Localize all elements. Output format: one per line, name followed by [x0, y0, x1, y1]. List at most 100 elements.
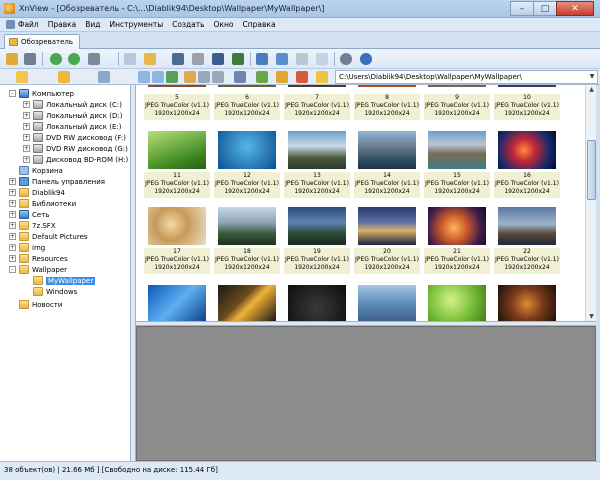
back-button[interactable]	[48, 51, 64, 67]
find-button[interactable]	[170, 51, 186, 67]
tab-browser[interactable]: Обозреватель	[4, 34, 80, 49]
scrollbar-thumb[interactable]	[587, 140, 596, 200]
tree-node-drive-d[interactable]: + Локальный диск (D:)	[23, 110, 122, 121]
tree-node-resources[interactable]: + Resources	[9, 253, 68, 264]
menu-create[interactable]: Создать	[172, 20, 204, 29]
thumbnail-image[interactable]	[498, 85, 556, 87]
expand-icon[interactable]: +	[23, 134, 30, 141]
expand-icon[interactable]: +	[9, 211, 16, 218]
expand-icon[interactable]: +	[9, 200, 16, 207]
thumbnail-image[interactable]	[358, 207, 416, 245]
menu-edit[interactable]: Правка	[48, 20, 77, 29]
tree-node-recycle-bin[interactable]: Корзина	[9, 165, 63, 176]
tree-node-mywallpaper[interactable]: MyWallpaper	[23, 275, 96, 286]
scroll-up-icon[interactable]: ▲	[587, 85, 596, 94]
favorites-tab-icon[interactable]	[58, 71, 70, 83]
thumbnail-image[interactable]	[358, 131, 416, 169]
close-button[interactable]: ✕	[556, 1, 594, 16]
sort-icon[interactable]	[256, 71, 268, 83]
path-combobox[interactable]: C:\Users\Diablik94\Desktop\Wallpaper\MyW…	[335, 70, 598, 84]
menu-view[interactable]: Вид	[85, 20, 100, 29]
thumbnail-image[interactable]	[218, 207, 276, 245]
menu-window[interactable]: Окно	[214, 20, 234, 29]
filter-icon[interactable]	[276, 71, 288, 83]
acquire-button[interactable]	[86, 51, 102, 67]
minimize-button[interactable]: –	[510, 1, 534, 16]
cut-icon[interactable]	[198, 71, 210, 83]
tree-node-7z-sfx[interactable]: +7z.SFX	[9, 220, 56, 231]
expand-icon[interactable]: +	[9, 222, 16, 229]
thumbnail-image[interactable]	[218, 285, 276, 321]
expand-icon[interactable]: +	[9, 255, 16, 262]
chevron-down-icon[interactable]: ▼	[587, 71, 597, 83]
convert-button[interactable]	[230, 51, 246, 67]
forward-button[interactable]	[66, 51, 82, 67]
copy-icon[interactable]	[212, 71, 224, 83]
thumbnail-image[interactable]	[148, 131, 206, 169]
scroll-down-icon[interactable]: ▼	[587, 312, 596, 321]
tree-node-default-pictures[interactable]: + Default Pictures	[9, 231, 88, 242]
tree-node-drive-c[interactable]: + Локальный диск (C:)	[23, 99, 122, 110]
webpage-button[interactable]	[274, 51, 290, 67]
categories-tab-icon[interactable]	[98, 71, 110, 83]
refresh-icon[interactable]	[166, 71, 178, 83]
expand-icon[interactable]: +	[23, 156, 30, 163]
nav-forward-icon[interactable]	[152, 71, 164, 83]
tree-node-news[interactable]: Новости	[9, 299, 62, 310]
tree-node-control-panel[interactable]: + Панель управления	[9, 176, 105, 187]
expand-icon[interactable]: +	[23, 112, 30, 119]
contact-sheet-button[interactable]	[294, 51, 310, 67]
folders-tab-icon[interactable]	[16, 71, 28, 83]
thumbnail-image[interactable]	[358, 285, 416, 321]
menu-file[interactable]: Файл	[18, 20, 39, 29]
maximize-button[interactable]: □	[533, 1, 557, 16]
expand-icon[interactable]: +	[23, 145, 30, 152]
xnview-app-icon[interactable]	[4, 3, 15, 14]
menu-help[interactable]: Справка	[243, 20, 276, 29]
thumbnail-image[interactable]	[148, 285, 206, 321]
fullscreen-button[interactable]	[22, 51, 38, 67]
thumbnail-image[interactable]	[498, 131, 556, 169]
vertical-scrollbar[interactable]: ▲ ▼	[585, 85, 596, 321]
thumbnail-image[interactable]	[218, 85, 276, 87]
slideshow-button[interactable]	[122, 51, 138, 67]
tree-node-drive-e[interactable]: + Локальный диск (E:)	[23, 121, 121, 132]
thumbnail-image[interactable]	[288, 131, 346, 169]
rating-icon[interactable]	[296, 71, 308, 83]
tree-node-bd-h[interactable]: + Дисковод BD-ROM (H:)	[23, 154, 128, 165]
expand-icon[interactable]: +	[9, 244, 16, 251]
thumbnail-image[interactable]	[358, 85, 416, 87]
about-button[interactable]	[358, 51, 374, 67]
tree-node-libraries[interactable]: + Библиотеки	[9, 198, 76, 209]
tree-node-dvd-g[interactable]: + DVD RW дисковод (G:)	[23, 143, 128, 154]
thumbnail-image[interactable]	[288, 207, 346, 245]
capture-button[interactable]	[210, 51, 226, 67]
tree-node-img[interactable]: + img	[9, 242, 45, 253]
thumbnail-image[interactable]	[498, 207, 556, 245]
expand-icon[interactable]: +	[9, 189, 16, 196]
folder-up-icon[interactable]	[184, 71, 196, 83]
thumbnail-image[interactable]	[288, 285, 346, 321]
thumbnail-image[interactable]	[148, 85, 206, 87]
tree-node-user[interactable]: + Diablik94	[9, 187, 65, 198]
screen-button[interactable]	[254, 51, 270, 67]
tree-node-computer[interactable]: - Компьютер	[9, 88, 74, 99]
tree-node-wallpaper[interactable]: - Wallpaper	[9, 264, 67, 275]
thumbnail-image[interactable]	[148, 207, 206, 245]
thumbnail-image[interactable]	[428, 85, 486, 87]
tree-node-windows[interactable]: Windows	[23, 286, 77, 297]
open-button[interactable]	[142, 51, 158, 67]
browser-view-button[interactable]	[4, 51, 20, 67]
print-button[interactable]	[190, 51, 206, 67]
favorite-star-icon[interactable]	[316, 71, 328, 83]
tree-node-dvd-f[interactable]: + DVD RW дисковод (F:)	[23, 132, 126, 143]
thumbnail-image[interactable]	[288, 85, 346, 87]
menu-app-icon[interactable]	[6, 20, 15, 29]
thumbnail-image[interactable]	[428, 131, 486, 169]
thumbnail-image[interactable]	[498, 285, 556, 321]
expand-icon[interactable]: +	[23, 101, 30, 108]
nav-back-icon[interactable]	[138, 71, 150, 83]
tree-node-network[interactable]: + Сеть	[9, 209, 49, 220]
expand-icon[interactable]: +	[23, 123, 30, 130]
view-mode-icon[interactable]	[234, 71, 246, 83]
